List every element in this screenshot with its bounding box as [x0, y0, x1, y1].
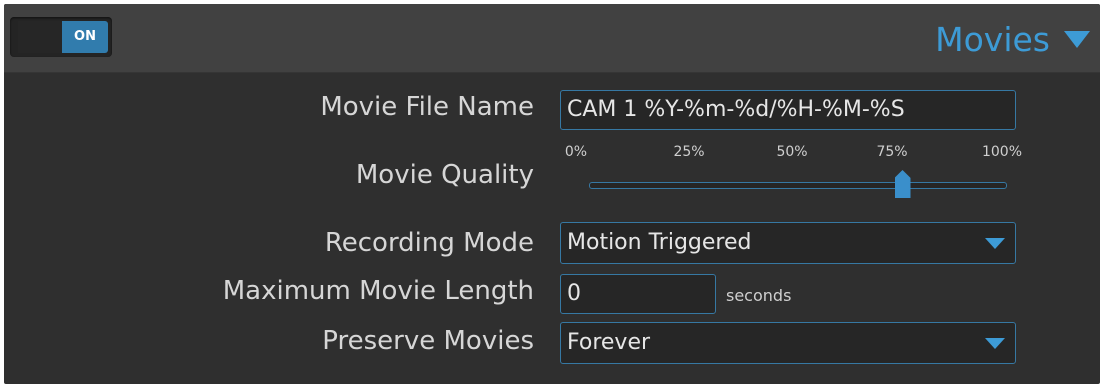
screenshot-frame: ON Movies Movie File Name CAM 1 %Y-%m-%d…	[0, 0, 1104, 392]
max-movie-length-input[interactable]: 0	[560, 274, 716, 314]
dropdown-caret-icon	[985, 338, 1005, 349]
toggle-knob	[18, 21, 63, 53]
preserve-movies-select[interactable]: Forever	[560, 322, 1016, 364]
section-title-text: Movies	[935, 19, 1050, 59]
tick-label-100: 100%	[981, 144, 1023, 160]
tick-label-0: 0%	[564, 144, 588, 160]
movie-quality-label: Movie Quality	[355, 160, 534, 190]
recording-mode-select[interactable]: Motion Triggered	[560, 222, 1016, 264]
dropdown-caret-icon	[985, 238, 1005, 249]
section-title-movies[interactable]: Movies	[935, 19, 1090, 59]
max-movie-length-unit: seconds	[726, 286, 792, 305]
recording-mode-value: Motion Triggered	[567, 230, 752, 255]
tick-label-75: 75%	[876, 144, 908, 160]
movie-quality-slider-thumb[interactable]	[894, 170, 911, 198]
preserve-movies-label: Preserve Movies	[322, 326, 534, 356]
movies-settings-panel: ON Movies Movie File Name CAM 1 %Y-%m-%d…	[4, 4, 1100, 384]
max-movie-length-label: Maximum Movie Length	[222, 276, 534, 306]
caret-down-icon	[1064, 30, 1090, 48]
movie-file-name-label: Movie File Name	[320, 92, 534, 122]
enable-toggle[interactable]: ON	[10, 17, 112, 57]
preserve-movies-value: Forever	[567, 330, 651, 355]
movie-quality-slider-track[interactable]	[589, 182, 1007, 189]
toggle-on-label: ON	[62, 21, 108, 53]
section-header: ON Movies	[4, 4, 1100, 73]
tick-label-50: 50%	[776, 144, 808, 160]
movie-file-name-input[interactable]: CAM 1 %Y-%m-%d/%H-%M-%S	[560, 90, 1016, 130]
tick-label-25: 25%	[673, 144, 705, 160]
recording-mode-label: Recording Mode	[324, 228, 534, 258]
movie-quality-tick-labels: 0% 25% 50% 75% 100%	[560, 144, 1030, 164]
